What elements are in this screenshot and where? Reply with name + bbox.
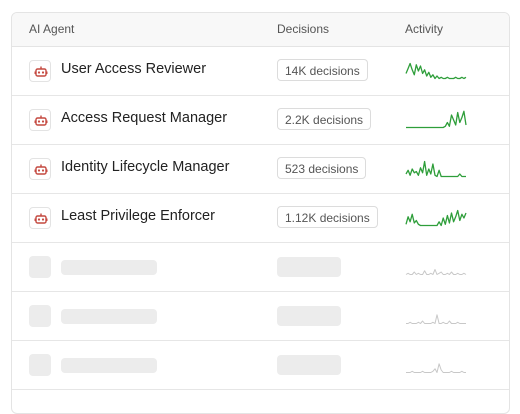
decisions-badge: 523 decisions [277, 157, 367, 179]
skeleton-name [61, 358, 157, 373]
activity-sparkline [405, 62, 467, 80]
header-agent[interactable]: AI Agent [29, 22, 74, 36]
skeleton-name [61, 260, 157, 275]
table-row-4[interactable]: Least Privilege Enforcer 1.12K decisions [12, 194, 509, 243]
skeleton-badge [277, 257, 341, 277]
robot-icon [29, 109, 51, 131]
sparkline-path [405, 269, 467, 275]
placeholder-row-1 [12, 243, 509, 292]
activity-sparkline [405, 160, 466, 178]
agents-table: AI Agent Decisions Activity User Access … [11, 12, 510, 414]
sparkline-path [406, 363, 466, 373]
header-activity[interactable]: Activity [405, 22, 443, 36]
decisions-badge: 1.12K decisions [277, 206, 378, 228]
activity-sparkline [406, 110, 467, 129]
sparkline-path [405, 209, 467, 227]
agent-name: Access Request Manager [61, 110, 228, 126]
table-row-1[interactable]: User Access Reviewer 14K decisions [12, 47, 509, 96]
robot-icon [29, 158, 51, 180]
agent-name: User Access Reviewer [61, 61, 207, 77]
skeleton-badge [277, 306, 341, 326]
robot-icon [29, 207, 51, 229]
skeleton-sparkline [406, 363, 466, 373]
sparkline-path [406, 314, 466, 324]
placeholder-row-3 [12, 341, 509, 390]
placeholder-row-2 [12, 292, 509, 341]
header-decisions[interactable]: Decisions [277, 22, 329, 36]
skeleton-name [61, 309, 157, 324]
agent-name: Identity Lifecycle Manager [61, 159, 230, 175]
skeleton-sparkline [406, 314, 466, 324]
robot-icon [29, 60, 51, 82]
table-row-3[interactable]: Identity Lifecycle Manager 523 decisions [12, 145, 509, 194]
skeleton-icon [29, 354, 51, 376]
table-header: AI Agent Decisions Activity [12, 13, 509, 47]
skeleton-icon [29, 256, 51, 278]
decisions-badge: 14K decisions [277, 59, 368, 81]
skeleton-icon [29, 305, 51, 327]
activity-sparkline [405, 209, 467, 227]
agent-name: Least Privilege Enforcer [61, 208, 215, 224]
skeleton-badge [277, 355, 341, 375]
skeleton-sparkline [405, 269, 467, 275]
sparkline-path [406, 110, 467, 129]
sparkline-path [405, 62, 467, 80]
sparkline-path [405, 160, 466, 178]
decisions-badge: 2.2K decisions [277, 108, 372, 130]
table-row-2[interactable]: Access Request Manager 2.2K decisions [12, 96, 509, 145]
